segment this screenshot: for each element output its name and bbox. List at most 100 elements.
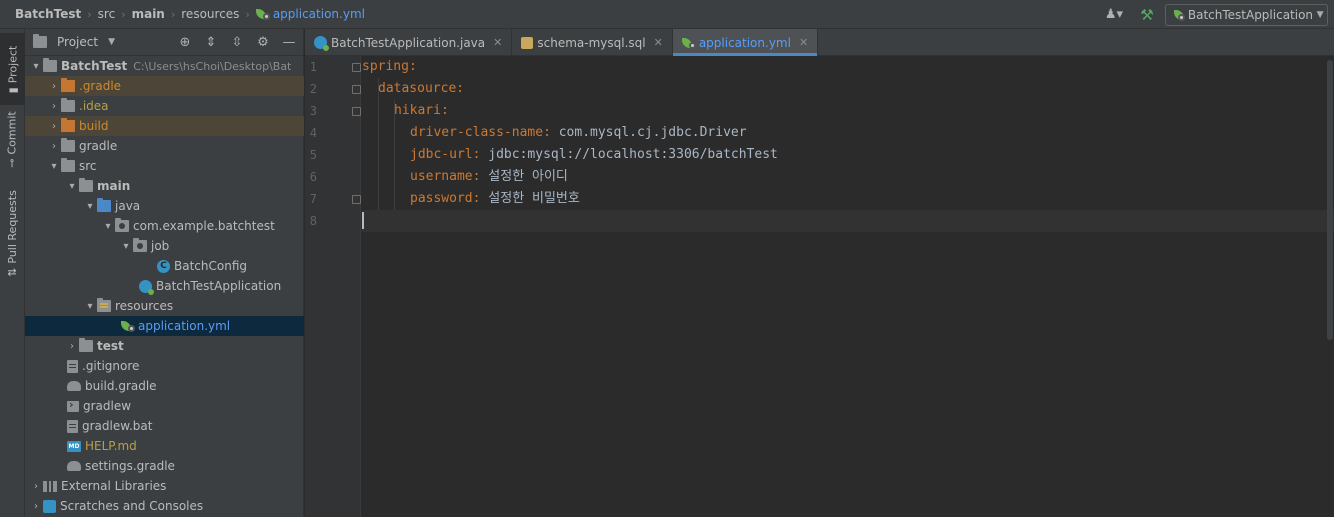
- line-number-gutter: 1 2 3 4 5 6 7 8: [305, 56, 361, 517]
- chevron-down-icon[interactable]: ▾: [47, 161, 61, 172]
- chevron-down-icon[interactable]: ▾: [119, 241, 133, 252]
- chevron-down-icon[interactable]: ▾: [29, 61, 43, 72]
- chevron-right-icon[interactable]: ›: [47, 81, 61, 92]
- tree-item-job[interactable]: ▾ job: [25, 236, 304, 256]
- package-icon: [115, 218, 129, 232]
- tool-tab-pull-requests[interactable]: ⇅ Pull Requests: [0, 185, 25, 281]
- tree-item-label: build.gradle: [85, 379, 157, 393]
- chevron-down-icon[interactable]: ▾: [83, 201, 97, 212]
- project-path: C:\Users\hsChoi\Desktop\Bat: [133, 59, 292, 73]
- run-configuration-select[interactable]: BatchTestApplication ▼: [1165, 3, 1328, 26]
- tree-item-package[interactable]: ▾ com.example.batchtest: [25, 216, 304, 236]
- tree-item-application-yml[interactable]: application.yml: [25, 316, 304, 336]
- folder-icon: ▮: [6, 86, 20, 93]
- tree-item-label: application.yml: [138, 319, 231, 333]
- tab-schema-mysql-sql[interactable]: schema-mysql.sql ✕: [512, 29, 673, 56]
- tree-item-test[interactable]: › test: [25, 336, 304, 356]
- tree-item-gradle-dir[interactable]: › .gradle: [25, 76, 304, 96]
- tree-item-settings-gradle[interactable]: settings.gradle: [25, 456, 304, 476]
- fold-marker-icon[interactable]: [352, 195, 361, 204]
- chevron-down-icon[interactable]: ▾: [83, 301, 97, 312]
- project-panel-header: Project ▼ ⊕ ⇕ ⇳ ⚙ —: [25, 29, 303, 56]
- chevron-down-icon[interactable]: ▾: [65, 181, 79, 192]
- editor: BatchTestApplication.java ✕ schema-mysql…: [305, 29, 1334, 517]
- collapse-all-icon[interactable]: ⇳: [227, 35, 247, 50]
- build-hammer-icon[interactable]: ⚒: [1135, 4, 1159, 26]
- tree-item-gitignore[interactable]: .gitignore: [25, 356, 304, 376]
- close-icon[interactable]: ✕: [654, 36, 663, 49]
- chevron-right-icon[interactable]: ›: [29, 501, 43, 512]
- expand-all-icon[interactable]: ⇕: [201, 35, 221, 50]
- close-icon[interactable]: ✕: [799, 36, 808, 49]
- vertical-scrollbar[interactable]: [1326, 56, 1334, 517]
- breadcrumb-file-label: application.yml: [272, 7, 365, 21]
- tree-item-build-gradle[interactable]: build.gradle: [25, 376, 304, 396]
- breadcrumb-main[interactable]: main: [132, 7, 165, 21]
- tab-label: BatchTestApplication.java: [331, 35, 486, 50]
- breadcrumb-project[interactable]: BatchTest: [15, 7, 81, 21]
- tree-item-label: main: [97, 179, 131, 193]
- tree-item-resources[interactable]: ▾ resources: [25, 296, 304, 316]
- file-icon: [67, 419, 78, 433]
- folder-icon: [61, 98, 75, 112]
- chevron-right-icon[interactable]: ›: [47, 101, 61, 112]
- project-tree: ▾ BatchTest C:\Users\hsChoi\Desktop\Bat …: [25, 56, 304, 516]
- yaml-file-icon: [681, 37, 696, 49]
- tree-item-main[interactable]: ▾ main: [25, 176, 304, 196]
- tab-batchtestapplication-java[interactable]: BatchTestApplication.java ✕: [305, 29, 513, 56]
- project-view-select[interactable]: Project ▼: [33, 34, 115, 49]
- folder-icon: [61, 138, 75, 152]
- tool-tab-pull-requests-label: Pull Requests: [6, 189, 19, 264]
- spring-boot-app-icon: [314, 36, 329, 51]
- tree-item-help-md[interactable]: MD HELP.md: [25, 436, 304, 456]
- tree-item-gradlew-bat[interactable]: gradlew.bat: [25, 416, 304, 436]
- tree-item-src[interactable]: ▾ src: [25, 156, 304, 176]
- gear-icon[interactable]: ⚙: [253, 35, 273, 50]
- locate-icon[interactable]: ⊕: [175, 35, 195, 50]
- tab-application-yml[interactable]: application.yml ✕: [672, 29, 819, 56]
- chevron-right-icon[interactable]: ›: [47, 121, 61, 132]
- minimize-icon[interactable]: —: [279, 35, 299, 50]
- fold-marker-icon[interactable]: [352, 107, 361, 116]
- tree-item-batchtest[interactable]: ▾ BatchTest C:\Users\hsChoi\Desktop\Bat: [25, 56, 304, 76]
- fold-marker-icon[interactable]: [352, 63, 361, 72]
- chevron-right-icon[interactable]: ›: [47, 141, 61, 152]
- fold-marker-icon[interactable]: [352, 85, 361, 94]
- tree-item-label: settings.gradle: [85, 459, 175, 473]
- folder-icon: [61, 78, 75, 92]
- tree-item-batchconfig[interactable]: C BatchConfig: [25, 256, 304, 276]
- tree-item-gradlew[interactable]: gradlew: [25, 396, 304, 416]
- user-icon[interactable]: ♟▾: [1099, 4, 1129, 26]
- breadcrumb-resources[interactable]: resources: [181, 7, 239, 21]
- yaml-value: 설정한 아이디: [488, 169, 568, 184]
- tool-tab-commit[interactable]: ⊸ Commit: [0, 109, 25, 169]
- tree-item-build[interactable]: › build: [25, 116, 304, 136]
- folder-icon: [61, 158, 75, 172]
- package-icon: [133, 238, 147, 252]
- pull-request-icon: ⇅: [6, 267, 19, 277]
- tree-item-java[interactable]: ▾ java: [25, 196, 304, 216]
- code-area[interactable]: spring: datasource: hikari: driver-class…: [362, 56, 1334, 517]
- close-icon[interactable]: ✕: [493, 36, 502, 49]
- markdown-icon: MD: [67, 440, 81, 452]
- toolbar-right: ♟▾ ⚒ BatchTestApplication ▼: [1099, 0, 1334, 29]
- tree-item-external-libraries[interactable]: › External Libraries: [25, 476, 304, 496]
- tree-item-gradle[interactable]: › gradle: [25, 136, 304, 156]
- tool-tab-project[interactable]: ▮ Project: [0, 33, 25, 105]
- tree-item-scratches[interactable]: › Scratches and Consoles: [25, 496, 304, 516]
- gradle-icon: [67, 461, 81, 471]
- scrollbar-thumb[interactable]: [1327, 60, 1333, 340]
- chevron-down-icon[interactable]: ▾: [101, 221, 115, 232]
- tree-item-label: test: [97, 339, 124, 353]
- breadcrumb-file[interactable]: application.yml: [255, 7, 365, 21]
- tree-item-idea[interactable]: › .idea: [25, 96, 304, 116]
- tree-item-batchtestapplication[interactable]: BatchTestApplication: [25, 276, 304, 296]
- breadcrumb-src[interactable]: src: [98, 7, 116, 21]
- chevron-right-icon[interactable]: ›: [29, 481, 43, 492]
- yaml-key: driver-class-name: [410, 125, 544, 140]
- chevron-right-icon[interactable]: ›: [65, 341, 79, 352]
- yaml-key: spring: [362, 59, 409, 74]
- tree-item-label: BatchTest: [61, 59, 128, 73]
- breadcrumb-separator: ›: [170, 7, 176, 21]
- project-panel: Project ▼ ⊕ ⇕ ⇳ ⚙ — ▾ BatchTest C:\Users…: [25, 29, 304, 517]
